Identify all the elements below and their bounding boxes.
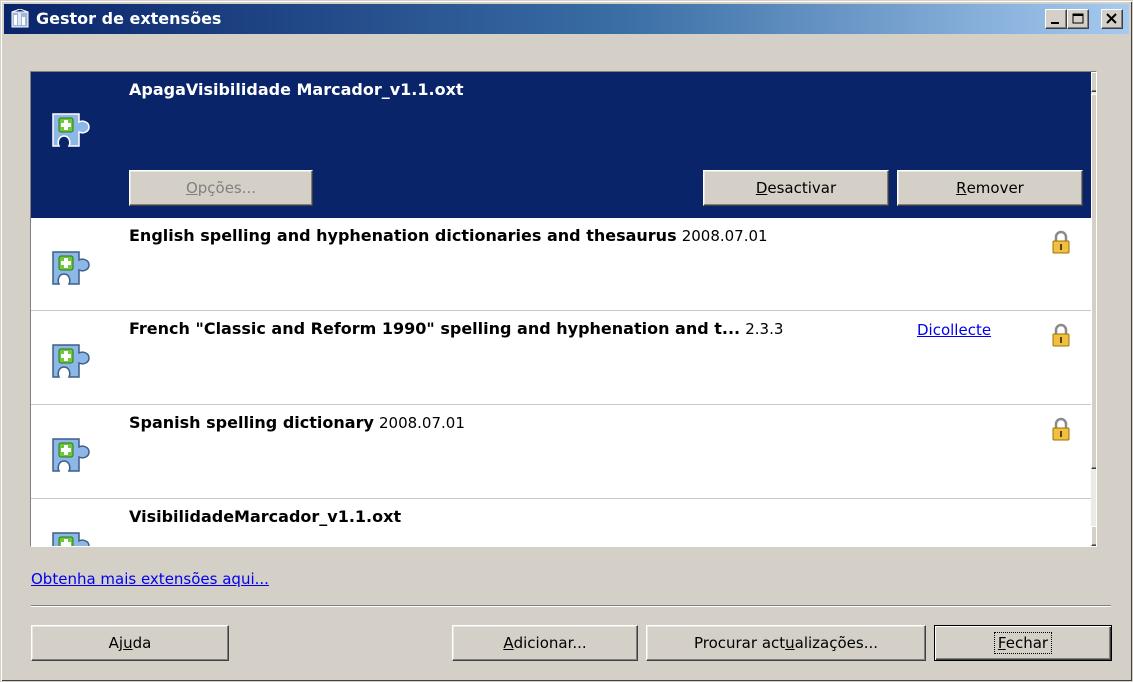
extension-puzzle-icon xyxy=(52,438,90,472)
extension-item[interactable]: French "Classic and Reform 1990" spellin… xyxy=(31,311,1091,405)
minimize-button[interactable] xyxy=(1045,9,1067,29)
extension-version: 2008.07.01 xyxy=(378,414,465,432)
extension-version: 2008.07.01 xyxy=(681,227,768,245)
lock-icon xyxy=(1052,230,1070,254)
app-icon xyxy=(11,9,29,28)
title-bar[interactable]: Gestor de extensões xyxy=(4,4,1129,34)
help-button[interactable]: Aj u da xyxy=(31,625,229,661)
arrow-up-icon xyxy=(1092,73,1097,91)
extension-name: Spanish spelling dictionary xyxy=(129,413,374,432)
get-more-extensions-link[interactable]: Obtenha mais extensões aqui... xyxy=(31,570,269,588)
extension-list-viewport: ApagaVisibilidade Marcador_v1.1.oxt Opçõ… xyxy=(31,72,1091,546)
extension-puzzle-icon xyxy=(52,532,90,546)
lock-icon xyxy=(1052,417,1070,441)
add-button[interactable]: Adicionar... xyxy=(452,625,638,661)
vertical-scrollbar[interactable] xyxy=(1091,72,1097,546)
scroll-down-button[interactable] xyxy=(1091,526,1097,546)
maximize-icon xyxy=(1072,13,1084,24)
extension-puzzle-icon xyxy=(52,344,90,378)
extension-title: Spanish spelling dictionary 2008.07.01 xyxy=(129,413,465,432)
options-button[interactable]: Opções... xyxy=(129,170,313,206)
extension-title: French "Classic and Reform 1990" spellin… xyxy=(129,319,783,338)
extension-puzzle-icon xyxy=(52,113,90,147)
extension-manager-window: Gestor de extensões ApagaVisibilidade Ma xyxy=(0,0,1133,682)
extension-title: VisibilidadeMarcador_v1.1.oxt xyxy=(129,507,401,526)
lock-icon xyxy=(1052,323,1070,347)
extension-puzzle-icon xyxy=(52,251,90,285)
scroll-up-button[interactable] xyxy=(1091,72,1097,92)
disable-button[interactable]: Desactivar xyxy=(703,170,889,206)
extension-item[interactable]: English spelling and hyphenation diction… xyxy=(31,218,1091,311)
close-button-label: Fechar xyxy=(993,632,1053,654)
scrollbar-thumb[interactable] xyxy=(1091,94,1096,469)
extension-item[interactable]: Spanish spelling dictionary 2008.07.01 xyxy=(31,405,1091,499)
check-updates-button[interactable]: Procurar act u alizações... xyxy=(646,625,926,661)
extension-title: English spelling and hyphenation diction… xyxy=(129,226,768,245)
arrow-down-icon xyxy=(1092,527,1097,545)
extension-title: ApagaVisibilidade Marcador_v1.1.oxt xyxy=(129,80,464,99)
maximize-button[interactable] xyxy=(1067,9,1089,29)
minimize-icon xyxy=(1051,22,1059,24)
extension-version: 2.3.3 xyxy=(745,320,784,338)
close-icon xyxy=(1106,13,1117,24)
extension-item[interactable]: VisibilidadeMarcador_v1.1.oxt xyxy=(31,499,1091,546)
extension-list[interactable]: ApagaVisibilidade Marcador_v1.1.oxt Opçõ… xyxy=(30,71,1097,547)
remove-button[interactable]: Remover xyxy=(897,170,1083,206)
extension-name: English spelling and hyphenation diction… xyxy=(129,226,677,245)
extension-item-selected[interactable]: ApagaVisibilidade Marcador_v1.1.oxt Opçõ… xyxy=(31,72,1091,218)
close-window-button[interactable] xyxy=(1101,9,1123,29)
window-title: Gestor de extensões xyxy=(36,9,222,28)
extension-name: ApagaVisibilidade Marcador_v1.1.oxt xyxy=(129,80,464,99)
extension-name: French "Classic and Reform 1990" spellin… xyxy=(129,319,741,338)
extension-name: VisibilidadeMarcador_v1.1.oxt xyxy=(129,507,402,526)
close-button[interactable]: Fechar xyxy=(934,625,1112,661)
publisher-link[interactable]: Dicollecte xyxy=(917,321,991,339)
separator xyxy=(31,605,1111,607)
